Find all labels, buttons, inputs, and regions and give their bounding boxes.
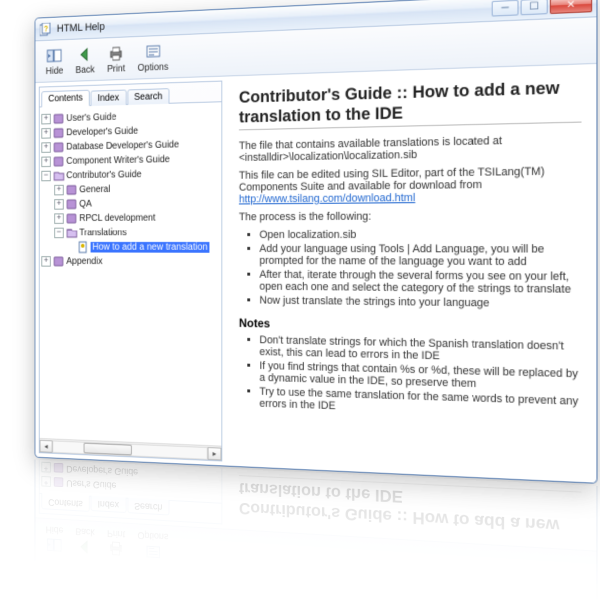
hide-button[interactable]: Hide xyxy=(41,43,69,78)
print-button[interactable]: Print xyxy=(102,41,131,77)
tree-node[interactable]: +User's Guide xyxy=(41,474,219,498)
options-icon xyxy=(144,542,162,563)
tree-node[interactable]: +RPCL development xyxy=(41,211,219,226)
options-button[interactable]: Options xyxy=(132,527,174,565)
svg-text:?: ? xyxy=(44,24,48,33)
tab-search[interactable]: Search xyxy=(127,88,170,105)
book-closed-icon xyxy=(53,460,65,461)
book-open-icon xyxy=(53,169,65,182)
toolbar: Hide Back Print Options xyxy=(35,517,596,597)
notes-list: Don't translate strings for which the Sp… xyxy=(239,334,582,421)
title-bar[interactable]: ? HTML Help ─ ☐ ✕ xyxy=(35,559,596,608)
book-closed-icon xyxy=(53,475,65,489)
back-icon xyxy=(76,537,93,557)
close-button[interactable]: ✕ xyxy=(550,599,592,608)
navigation-pane: Contents Index Search +User's Guide +Dev… xyxy=(39,81,222,462)
app-icon: ? xyxy=(39,564,52,579)
tab-search[interactable]: Search xyxy=(127,498,170,516)
scroll-right-button[interactable]: ▸ xyxy=(208,447,222,460)
book-closed-icon xyxy=(53,112,65,126)
contents-tree[interactable]: +User's Guide +Developer's Guide +Databa… xyxy=(40,460,222,503)
navigation-pane: Contents Index Search +User's Guide +Dev… xyxy=(39,460,222,525)
book-closed-icon xyxy=(65,212,77,225)
hide-icon xyxy=(46,535,63,555)
close-button[interactable]: ✕ xyxy=(550,0,592,14)
article-editor-info: This file can be edited using SIL Editor… xyxy=(239,165,582,206)
scroll-thumb[interactable] xyxy=(84,442,132,455)
book-closed-icon xyxy=(53,141,65,155)
options-icon xyxy=(144,41,162,61)
app-icon: ? xyxy=(39,22,52,37)
tab-contents[interactable]: Contents xyxy=(41,90,89,108)
hide-icon xyxy=(46,45,63,65)
book-open-icon xyxy=(65,226,77,239)
tab-contents[interactable]: Contents xyxy=(41,493,89,512)
article-title: Contributor's Guide :: How to add a new … xyxy=(239,77,582,130)
svg-text:?: ? xyxy=(44,567,48,576)
back-button[interactable]: Back xyxy=(70,524,100,560)
print-button[interactable]: Print xyxy=(102,526,131,562)
article-title: Contributor's Guide :: How to add a new … xyxy=(239,475,582,537)
scroll-left-button[interactable]: ◂ xyxy=(40,439,53,452)
hide-button[interactable]: Hide xyxy=(41,522,69,558)
contents-tree[interactable]: +User's Guide +Developer's Guide +Databa… xyxy=(40,102,222,445)
article-process-intro: The process is the following: xyxy=(239,209,582,223)
book-closed-icon xyxy=(65,198,77,211)
print-icon xyxy=(107,43,125,63)
print-icon xyxy=(107,539,125,559)
app-window: ? HTML Help ─ ☐ ✕ Hide Back xyxy=(35,460,598,608)
tree-node[interactable]: +QA xyxy=(41,196,219,212)
tree-node[interactable]: −Translations xyxy=(41,225,219,240)
download-link[interactable]: http://www.tsilang.com/download.html xyxy=(239,192,415,206)
nav-tabs: Contents Index Search xyxy=(40,493,222,523)
content-pane: Contributor's Guide :: How to add a new … xyxy=(226,64,596,483)
book-closed-icon xyxy=(53,461,65,475)
book-closed-icon xyxy=(53,255,65,268)
back-icon xyxy=(76,44,93,64)
tree-node[interactable]: +Appendix xyxy=(41,254,219,269)
tree-node[interactable]: +General xyxy=(41,181,219,197)
book-closed-icon xyxy=(53,155,65,169)
topic-icon xyxy=(77,241,89,254)
list-item: Open localization.sib xyxy=(259,228,581,241)
list-item: After that, iterate through the several … xyxy=(259,269,581,296)
app-window: ? HTML Help ─ ☐ ✕ Hide Back xyxy=(35,0,598,484)
steps-list: Open localization.sib Add your language … xyxy=(239,228,582,310)
maximize-button[interactable]: ☐ xyxy=(521,597,548,608)
notes-heading: Notes xyxy=(239,316,582,336)
tree-node-selected[interactable]: .How to add a new translation xyxy=(41,240,219,255)
list-item: Add your language using Tools | Add Lang… xyxy=(259,243,581,269)
list-item: Now just translate the strings into your… xyxy=(259,295,581,311)
back-button[interactable]: Back xyxy=(70,42,100,78)
minimize-button[interactable]: ─ xyxy=(492,0,519,17)
options-button[interactable]: Options xyxy=(132,39,174,76)
tab-index[interactable]: Index xyxy=(91,90,127,106)
book-closed-icon xyxy=(65,183,77,196)
book-closed-icon xyxy=(53,126,65,140)
maximize-button[interactable]: ☐ xyxy=(521,0,548,15)
tab-index[interactable]: Index xyxy=(91,496,127,513)
article-path: The file that contains available transla… xyxy=(239,133,582,164)
